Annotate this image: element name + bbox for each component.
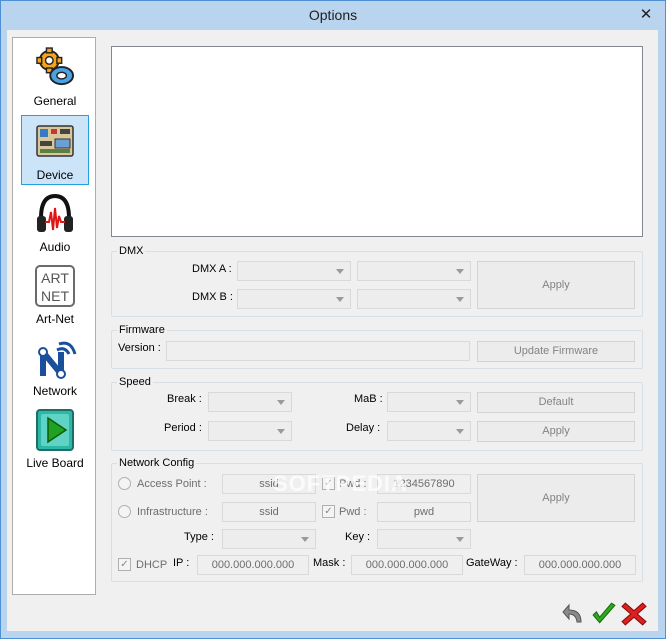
options-window: Options ✕ General Device Audio ART NET A…: [0, 0, 666, 639]
category-sidebar: General Device Audio ART NET Art-Net Net…: [12, 37, 96, 595]
period-combo[interactable]: [208, 421, 292, 441]
dmx-a-combo-2[interactable]: [357, 261, 471, 281]
gateway-label: GateWay :: [466, 557, 518, 569]
pwd-infrastructure-field[interactable]: pwd: [377, 502, 471, 522]
dmx-b-label: DMX B :: [192, 291, 233, 303]
sidebar-item-art-net[interactable]: ART NET Art-Net: [21, 260, 89, 330]
dmx-b-combo-1[interactable]: [237, 289, 351, 309]
ip-field[interactable]: 000.000.000.000: [197, 555, 309, 575]
sidebar-item-network[interactable]: Network: [21, 332, 89, 402]
network-config-group-title: Network Config: [117, 457, 197, 469]
speed-apply-button[interactable]: Apply: [477, 421, 635, 442]
firmware-group-title: Firmware: [117, 324, 167, 336]
sidebar-item-audio[interactable]: Audio: [21, 188, 89, 258]
mab-label: MaB :: [354, 393, 383, 405]
sidebar-item-live-board[interactable]: Live Board: [21, 404, 89, 474]
cancel-x-icon[interactable]: [621, 601, 647, 627]
type-combo[interactable]: [222, 529, 316, 549]
play-board-icon: [36, 409, 74, 451]
mab-combo[interactable]: [387, 392, 471, 412]
delay-label: Delay :: [346, 422, 381, 434]
circuit-board-icon: [36, 125, 74, 157]
gateway-field[interactable]: 000.000.000.000: [524, 555, 636, 575]
sidebar-item-label: Live Board: [26, 456, 84, 470]
dmx-a-label: DMX A :: [192, 263, 232, 275]
sidebar-item-label: Art-Net: [35, 312, 74, 326]
dmx-a-combo-1[interactable]: [237, 261, 351, 281]
pwd-checkbox-2[interactable]: ✓: [322, 505, 335, 518]
network-n-icon: [38, 341, 77, 379]
mask-field[interactable]: 000.000.000.000: [351, 555, 463, 575]
ok-check-icon[interactable]: [591, 601, 617, 627]
version-field[interactable]: [166, 341, 470, 361]
dhcp-checkbox[interactable]: ✓: [118, 558, 131, 571]
key-label: Key :: [345, 531, 371, 543]
speed-group-title: Speed: [117, 376, 153, 388]
headphones-icon: [37, 193, 73, 232]
sidebar-item-device[interactable]: Device: [21, 115, 89, 185]
break-combo[interactable]: [208, 392, 292, 412]
watermark: SOFTPEDIA: [273, 471, 408, 496]
dhcp-label: DHCP: [136, 559, 168, 571]
key-combo[interactable]: [377, 529, 471, 549]
svg-text:NET: NET: [41, 288, 69, 304]
sidebar-item-general[interactable]: General: [21, 42, 89, 112]
mask-label: Mask :: [313, 557, 346, 569]
gears-icon: [36, 47, 74, 86]
access-point-label: Access Point :: [137, 478, 207, 490]
svg-text:ART: ART: [41, 270, 69, 286]
network-apply-button[interactable]: Apply: [477, 474, 635, 522]
type-label: Type :: [184, 531, 214, 543]
infrastructure-radio[interactable]: [118, 505, 131, 518]
period-label: Period :: [164, 422, 202, 434]
dmx-group-title: DMX: [117, 245, 146, 257]
undo-icon[interactable]: [561, 602, 585, 626]
delay-combo[interactable]: [387, 421, 471, 441]
window-title: Options: [308, 7, 358, 23]
infrastructure-label: Infrastructure :: [137, 506, 208, 518]
sidebar-item-label: Network: [32, 384, 77, 398]
sidebar-item-label: Device: [36, 168, 74, 182]
version-label: Version :: [118, 342, 161, 354]
ssid-infrastructure-field[interactable]: ssid: [222, 502, 316, 522]
artnet-logo-icon: ART NET: [35, 265, 75, 307]
break-label: Break :: [167, 393, 202, 405]
access-point-radio[interactable]: [118, 477, 131, 490]
update-firmware-button[interactable]: Update Firmware: [477, 341, 635, 362]
dmx-apply-button[interactable]: Apply: [477, 261, 635, 309]
speed-default-button[interactable]: Default: [477, 392, 635, 413]
pwd-label-2: Pwd :: [339, 506, 367, 518]
dmx-b-combo-2[interactable]: [357, 289, 471, 309]
sidebar-item-label: Audio: [39, 240, 71, 254]
title-bar[interactable]: Options ✕: [1, 1, 665, 31]
sidebar-item-label: General: [33, 94, 77, 108]
device-log-textarea[interactable]: [111, 46, 643, 237]
close-icon[interactable]: ✕: [635, 5, 657, 25]
ip-label: IP :: [173, 557, 190, 569]
